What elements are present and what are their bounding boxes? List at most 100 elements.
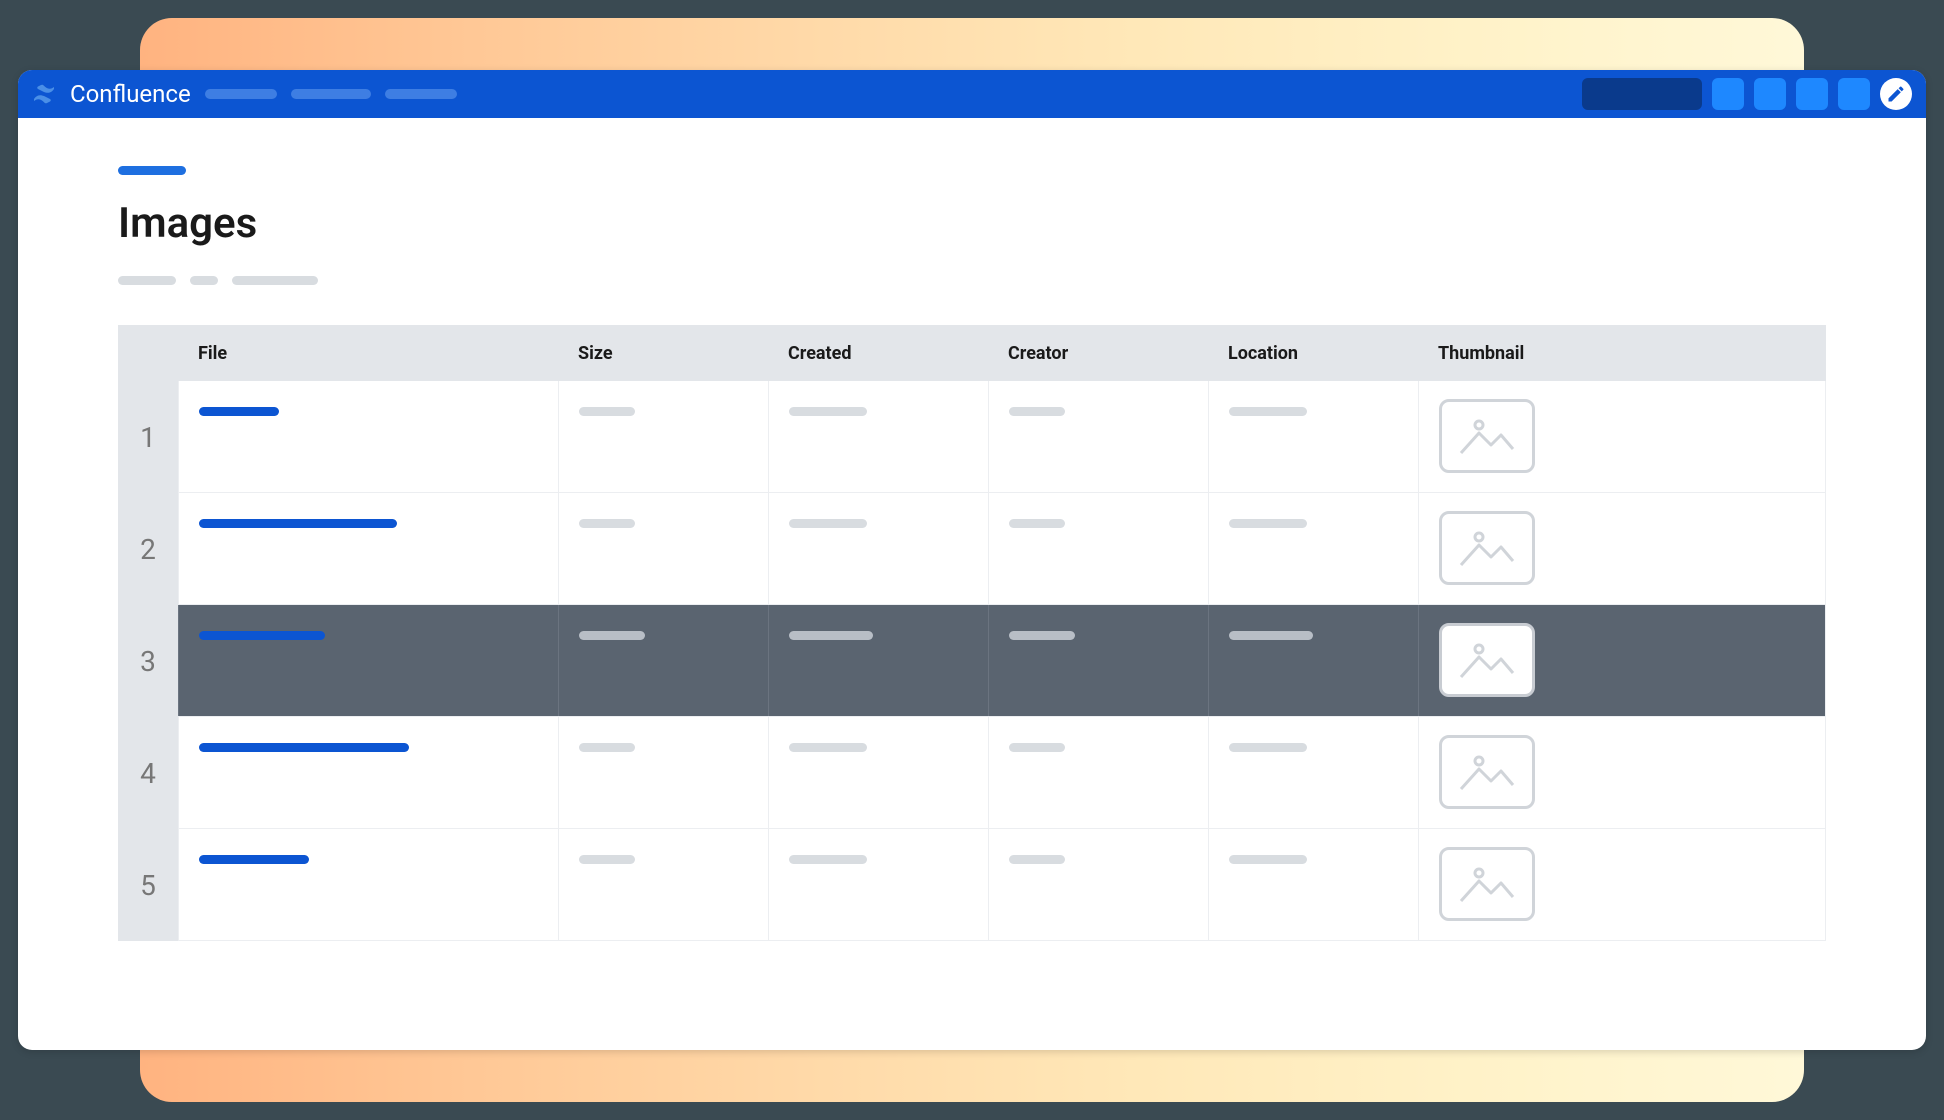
cell-created (768, 717, 988, 828)
cell-thumbnail (1418, 717, 1825, 828)
cell-created (768, 829, 988, 940)
cell-location (1208, 829, 1418, 940)
cell-location (1208, 381, 1418, 492)
location-value (1229, 631, 1313, 640)
titlebar-actions (1582, 78, 1912, 110)
cell-size (558, 605, 768, 716)
cell-creator (988, 493, 1208, 604)
search-input[interactable] (1582, 78, 1702, 110)
titlebar-button[interactable] (1754, 78, 1786, 110)
cell-thumbnail (1418, 493, 1825, 604)
thumbnail-placeholder[interactable] (1439, 399, 1535, 473)
cell-creator (988, 829, 1208, 940)
row-number-column: 12345 (118, 325, 178, 941)
cell-file (178, 829, 558, 940)
creator-value (1009, 631, 1075, 640)
created-value (789, 743, 867, 752)
app-window: Confluence Images 12345 (18, 70, 1926, 1050)
column-header-size[interactable]: Size (558, 343, 768, 364)
meta-item (118, 276, 176, 285)
column-header-location[interactable]: Location (1208, 343, 1418, 364)
cell-file (178, 717, 558, 828)
file-link[interactable] (199, 407, 279, 416)
thumbnail-placeholder[interactable] (1439, 623, 1535, 697)
creator-value (1009, 855, 1065, 864)
row-number: 2 (118, 493, 178, 605)
file-link[interactable] (199, 631, 325, 640)
cell-size (558, 717, 768, 828)
cell-creator (988, 605, 1208, 716)
titlebar-button[interactable] (1796, 78, 1828, 110)
cell-location (1208, 717, 1418, 828)
size-value (579, 743, 635, 752)
column-header-file[interactable]: File (178, 343, 558, 364)
table-row[interactable] (178, 605, 1826, 717)
meta-item (190, 276, 218, 285)
row-number: 4 (118, 717, 178, 829)
thumbnail-placeholder[interactable] (1439, 847, 1535, 921)
app-name: Confluence (70, 80, 191, 108)
page-title: Images (118, 199, 1826, 248)
cell-file (178, 605, 558, 716)
image-icon (1457, 635, 1517, 685)
size-value (579, 855, 635, 864)
cell-thumbnail (1418, 605, 1825, 716)
cell-size (558, 493, 768, 604)
created-value (789, 855, 867, 864)
column-header-created[interactable]: Created (768, 343, 988, 364)
table-row[interactable] (178, 493, 1826, 605)
images-table: 12345 File Size Created Creator Location… (118, 325, 1826, 941)
titlebar-button[interactable] (1712, 78, 1744, 110)
table-row[interactable] (178, 717, 1826, 829)
nav-item[interactable] (205, 89, 277, 99)
location-value (1229, 519, 1307, 528)
created-value (789, 519, 867, 528)
confluence-logo-icon (32, 82, 56, 106)
file-link[interactable] (199, 855, 309, 864)
created-value (789, 407, 867, 416)
nav-item[interactable] (385, 89, 457, 99)
cell-created (768, 381, 988, 492)
row-number: 1 (118, 381, 178, 493)
table-row[interactable] (178, 381, 1826, 493)
cell-creator (988, 381, 1208, 492)
help-button[interactable] (1880, 78, 1912, 110)
creator-value (1009, 743, 1065, 752)
cell-location (1208, 493, 1418, 604)
file-link[interactable] (199, 519, 397, 528)
thumbnail-placeholder[interactable] (1439, 511, 1535, 585)
size-value (579, 519, 635, 528)
row-number: 5 (118, 829, 178, 941)
location-value (1229, 743, 1307, 752)
location-value (1229, 855, 1307, 864)
column-header-creator[interactable]: Creator (988, 343, 1208, 364)
breadcrumb[interactable] (118, 166, 186, 175)
table-row[interactable] (178, 829, 1826, 941)
creator-value (1009, 519, 1065, 528)
column-header-thumbnail[interactable]: Thumbnail (1418, 343, 1826, 364)
row-number: 3 (118, 605, 178, 717)
cell-size (558, 829, 768, 940)
cell-created (768, 605, 988, 716)
titlebar: Confluence (18, 70, 1926, 118)
cell-thumbnail (1418, 829, 1825, 940)
pencil-icon (1886, 84, 1906, 104)
creator-value (1009, 407, 1065, 416)
cell-created (768, 493, 988, 604)
image-icon (1457, 523, 1517, 573)
titlebar-button[interactable] (1838, 78, 1870, 110)
location-value (1229, 407, 1307, 416)
cell-thumbnail (1418, 381, 1825, 492)
cell-location (1208, 605, 1418, 716)
size-value (579, 407, 635, 416)
cell-file (178, 381, 558, 492)
meta-item (232, 276, 318, 285)
page-meta (118, 276, 1826, 285)
image-icon (1457, 859, 1517, 909)
file-link[interactable] (199, 743, 409, 752)
thumbnail-placeholder[interactable] (1439, 735, 1535, 809)
nav-item[interactable] (291, 89, 371, 99)
cell-file (178, 493, 558, 604)
image-icon (1457, 411, 1517, 461)
size-value (579, 631, 645, 640)
